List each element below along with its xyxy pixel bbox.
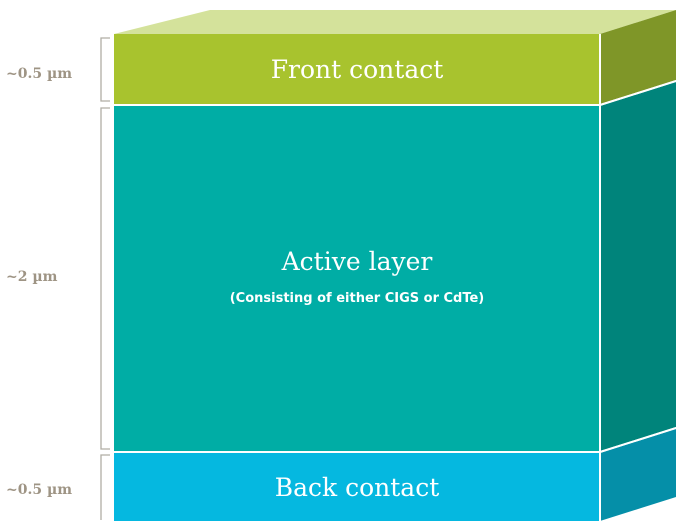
- active-layer-label: Active layer: [281, 247, 433, 276]
- front-contact-top-face: [114, 10, 676, 34]
- back-contact-label: Back contact: [275, 473, 440, 502]
- front-contact-thickness-bracket: [100, 37, 110, 102]
- active-layer-thickness-bracket: [100, 107, 110, 450]
- back-contact-thickness: ~0.5 µm: [6, 482, 72, 498]
- front-contact-thickness: ~0.5 µm: [6, 66, 72, 82]
- layer-stack-svg: Front contact Active layer (Consisting o…: [6, 10, 676, 521]
- active-layer-sublabel: (Consisting of either CIGS or CdTe): [230, 291, 485, 306]
- active-layer: [114, 106, 600, 451]
- front-contact-label: Front contact: [271, 55, 444, 84]
- active-layer-thickness: ~2 µm: [6, 269, 58, 285]
- layer-stack-diagram: Front contact Active layer (Consisting o…: [0, 0, 676, 521]
- active-layer-side-face: [600, 82, 676, 451]
- back-contact-thickness-bracket: [100, 454, 110, 520]
